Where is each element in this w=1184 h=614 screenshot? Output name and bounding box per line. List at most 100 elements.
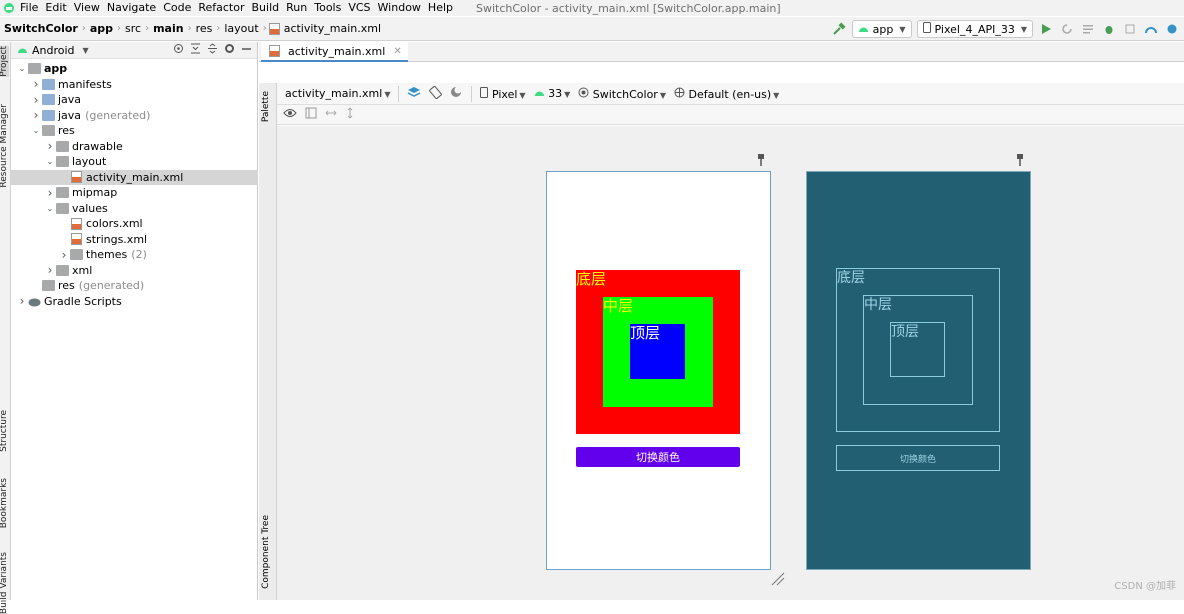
chevron-right-icon[interactable]: › (31, 77, 41, 91)
night-mode-icon[interactable] (450, 86, 463, 102)
debug-icon[interactable] (1101, 21, 1117, 37)
tool-tab-resource-manager[interactable]: Resource Manager (0, 104, 9, 188)
chevron-right-icon[interactable]: › (45, 186, 55, 200)
menu-refactor[interactable]: Refactor (198, 1, 244, 15)
menu-file[interactable]: File (20, 1, 38, 15)
chevron-right-icon[interactable]: › (45, 139, 55, 153)
attach-debugger-icon[interactable] (1122, 21, 1138, 37)
chevron-right-icon[interactable]: › (17, 294, 27, 308)
blueprint-switch-color-button[interactable]: 切换颜色 (836, 445, 1000, 471)
chevron-down-icon[interactable]: ⌄ (31, 126, 41, 135)
expand-all-icon[interactable] (190, 43, 201, 57)
resize-handle-icon[interactable] (771, 572, 785, 589)
chevron-down-icon[interactable]: ⌄ (45, 204, 55, 213)
tree-item[interactable]: › themes (2) (11, 247, 258, 262)
tree-item[interactable]: ⌄ values (11, 201, 258, 216)
tree-item[interactable]: › mipmap (11, 185, 258, 200)
tree-item[interactable]: › xml (11, 263, 258, 278)
layer-middle-label: 中层 (603, 297, 634, 315)
tree-item[interactable]: › manifests (11, 77, 258, 92)
profiler-icon[interactable] (1143, 21, 1159, 37)
horizontal-resize-icon[interactable] (325, 108, 337, 121)
breadcrumb-layout[interactable]: layout (224, 22, 258, 35)
menu-build[interactable]: Build (252, 1, 280, 15)
component-tree-tab[interactable]: Component Tree (261, 515, 271, 589)
layer-top[interactable]: 顶层 (630, 324, 685, 379)
blueprint-layer-middle[interactable]: 中层 顶层 (863, 295, 973, 405)
menu-tools[interactable]: Tools (314, 1, 341, 15)
chevron-right-icon[interactable]: › (31, 93, 41, 107)
rerun-icon[interactable] (1059, 21, 1075, 37)
tree-item[interactable]: ⌄ layout (11, 154, 258, 169)
locate-file-icon[interactable] (173, 43, 184, 57)
collapse-all-icon[interactable] (207, 43, 218, 57)
tree-item[interactable]: res (generated) (11, 278, 258, 293)
chevron-down-icon[interactable]: ▼ (83, 46, 89, 55)
blueprint-preview[interactable]: 底层 中层 顶层 切换颜色 (806, 171, 1031, 570)
pin-icon[interactable] (756, 154, 766, 166)
device-for-preview-select[interactable]: Pixel ▼ (480, 86, 526, 101)
margins-icon[interactable] (305, 107, 317, 122)
tree-item[interactable]: › drawable (11, 139, 258, 154)
hammer-build-icon[interactable] (831, 21, 847, 37)
tree-item[interactable]: colors.xml (11, 216, 258, 231)
run-icon[interactable] (1038, 21, 1054, 37)
breadcrumb-res[interactable]: res (196, 22, 213, 35)
project-view-select[interactable]: Android (32, 44, 75, 57)
blueprint-layer-bottom[interactable]: 底层 中层 顶层 (836, 268, 1000, 432)
breadcrumb-file[interactable]: activity_main.xml (284, 22, 381, 35)
tree-item[interactable]: › java (11, 92, 258, 107)
blueprint-layer-top[interactable]: 顶层 (890, 322, 945, 377)
menu-view[interactable]: View (74, 1, 100, 15)
chevron-right-icon[interactable]: › (31, 108, 41, 122)
orientation-icon[interactable] (429, 85, 443, 102)
apply-changes-icon[interactable] (1080, 21, 1096, 37)
file-select[interactable]: activity_main.xml ▼ (285, 87, 390, 100)
menu-navigate[interactable]: Navigate (107, 1, 156, 15)
breadcrumb-main[interactable]: main (153, 22, 184, 35)
tree-item[interactable]: strings.xml (11, 232, 258, 247)
menu-run[interactable]: Run (286, 1, 307, 15)
palette-tab[interactable]: Palette (261, 91, 271, 122)
breadcrumb-project[interactable]: SwitchColor (4, 22, 78, 35)
editor-tab-activity-main[interactable]: activity_main.xml ✕ (261, 42, 408, 62)
device-manager-icon[interactable] (1164, 21, 1180, 37)
tree-item[interactable]: › Gradle Scripts (11, 294, 258, 309)
device-select[interactable]: Pixel_4_API_33 ▼ (916, 20, 1033, 38)
close-icon[interactable]: ✕ (393, 46, 401, 57)
tool-tab-build-variants[interactable]: Build Variants (0, 552, 9, 614)
tree-item[interactable]: ⌄ res (11, 123, 258, 138)
menu-code[interactable]: Code (163, 1, 191, 15)
tree-item[interactable]: › java (generated) (11, 108, 258, 123)
api-level-select[interactable]: 33 ▼ (534, 87, 570, 100)
tool-tab-structure[interactable]: Structure (0, 410, 9, 452)
chevron-down-icon[interactable]: ⌄ (17, 64, 27, 73)
design-canvas[interactable]: 底层 中层 顶层 切换颜色 底层 中层 顶层 切换颜色 CSDN @加菲 (277, 126, 1184, 600)
menu-window[interactable]: Window (378, 1, 421, 15)
tool-tab-project[interactable]: Project (0, 46, 9, 77)
gear-icon[interactable] (224, 43, 235, 57)
layer-middle[interactable]: 中层 顶层 (603, 297, 713, 407)
chevron-right-icon[interactable]: › (59, 248, 69, 262)
layer-bottom[interactable]: 底层 中层 顶层 (576, 270, 740, 434)
breadcrumb-src[interactable]: src (125, 22, 141, 35)
tree-item[interactable]: activity_main.xml (11, 169, 258, 185)
switch-color-button[interactable]: 切换颜色 (576, 447, 740, 467)
chevron-down-icon[interactable]: ⌄ (45, 157, 55, 166)
tool-tab-bookmarks[interactable]: Bookmarks (0, 478, 9, 528)
tree-item[interactable]: ⌄ app (11, 61, 258, 76)
design-preview[interactable]: 底层 中层 顶层 切换颜色 (546, 171, 771, 570)
menu-vcs[interactable]: VCS (348, 1, 370, 15)
minimize-icon[interactable] (241, 43, 252, 57)
eye-icon[interactable] (283, 108, 297, 121)
breadcrumb-module[interactable]: app (90, 22, 113, 35)
menu-edit[interactable]: Edit (45, 1, 66, 15)
vertical-resize-icon[interactable] (345, 107, 355, 122)
chevron-right-icon[interactable]: › (45, 263, 55, 277)
run-configuration-select[interactable]: app ▼ (851, 20, 912, 38)
locale-select[interactable]: Default (en-us) ▼ (674, 87, 779, 101)
pin-icon[interactable] (1015, 154, 1025, 166)
menu-help[interactable]: Help (428, 1, 453, 15)
theme-select[interactable]: SwitchColor ▼ (578, 87, 666, 101)
layers-icon[interactable] (407, 86, 421, 102)
